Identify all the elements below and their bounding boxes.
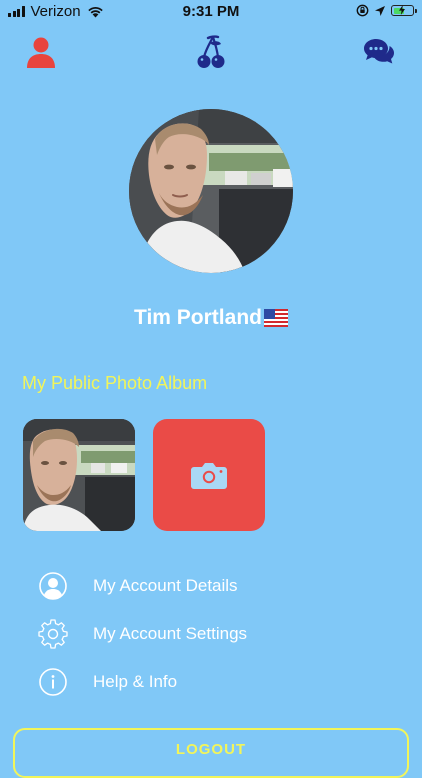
home-nav-button[interactable] — [189, 30, 233, 74]
chat-bubbles-icon — [364, 39, 394, 64]
menu-item-label: My Account Details — [93, 576, 238, 595]
location-arrow-icon — [375, 5, 385, 16]
profile-name: Tim Portland — [0, 306, 422, 330]
gear-icon — [38, 619, 68, 649]
logout-button[interactable]: LOGOUT — [13, 728, 409, 778]
menu-item-label: My Account Settings — [93, 624, 248, 643]
profile-nav-button[interactable] — [19, 30, 63, 74]
menu-item-account-details[interactable]: My Account Details — [0, 562, 422, 610]
chat-nav-button[interactable] — [357, 30, 401, 74]
profile-name-text: Tim Portland — [134, 306, 262, 329]
menu-item-help-info[interactable]: Help & Info — [0, 658, 422, 706]
battery-icon — [391, 5, 417, 16]
orientation-lock-icon — [356, 4, 369, 17]
album-title: My Public Photo Album — [22, 373, 208, 393]
top-nav — [0, 30, 422, 74]
status-right — [356, 4, 417, 17]
menu-item-label: Help & Info — [93, 672, 178, 691]
album-photo-thumbnail[interactable] — [23, 419, 135, 531]
charging-bolt-icon — [399, 5, 405, 15]
menu-item-account-settings[interactable]: My Account Settings — [0, 610, 422, 658]
add-photo-button[interactable] — [153, 419, 265, 531]
us-flag-icon — [263, 309, 288, 327]
profile-photo — [129, 109, 293, 273]
cherry-icon — [197, 35, 225, 68]
camera-icon — [191, 463, 227, 489]
info-icon — [39, 668, 67, 696]
album-photo — [23, 419, 135, 531]
person-icon — [27, 37, 55, 68]
status-bar: Verizon 9:31 PM — [0, 0, 422, 24]
user-circle-icon — [39, 572, 67, 600]
profile-avatar[interactable] — [129, 109, 293, 273]
